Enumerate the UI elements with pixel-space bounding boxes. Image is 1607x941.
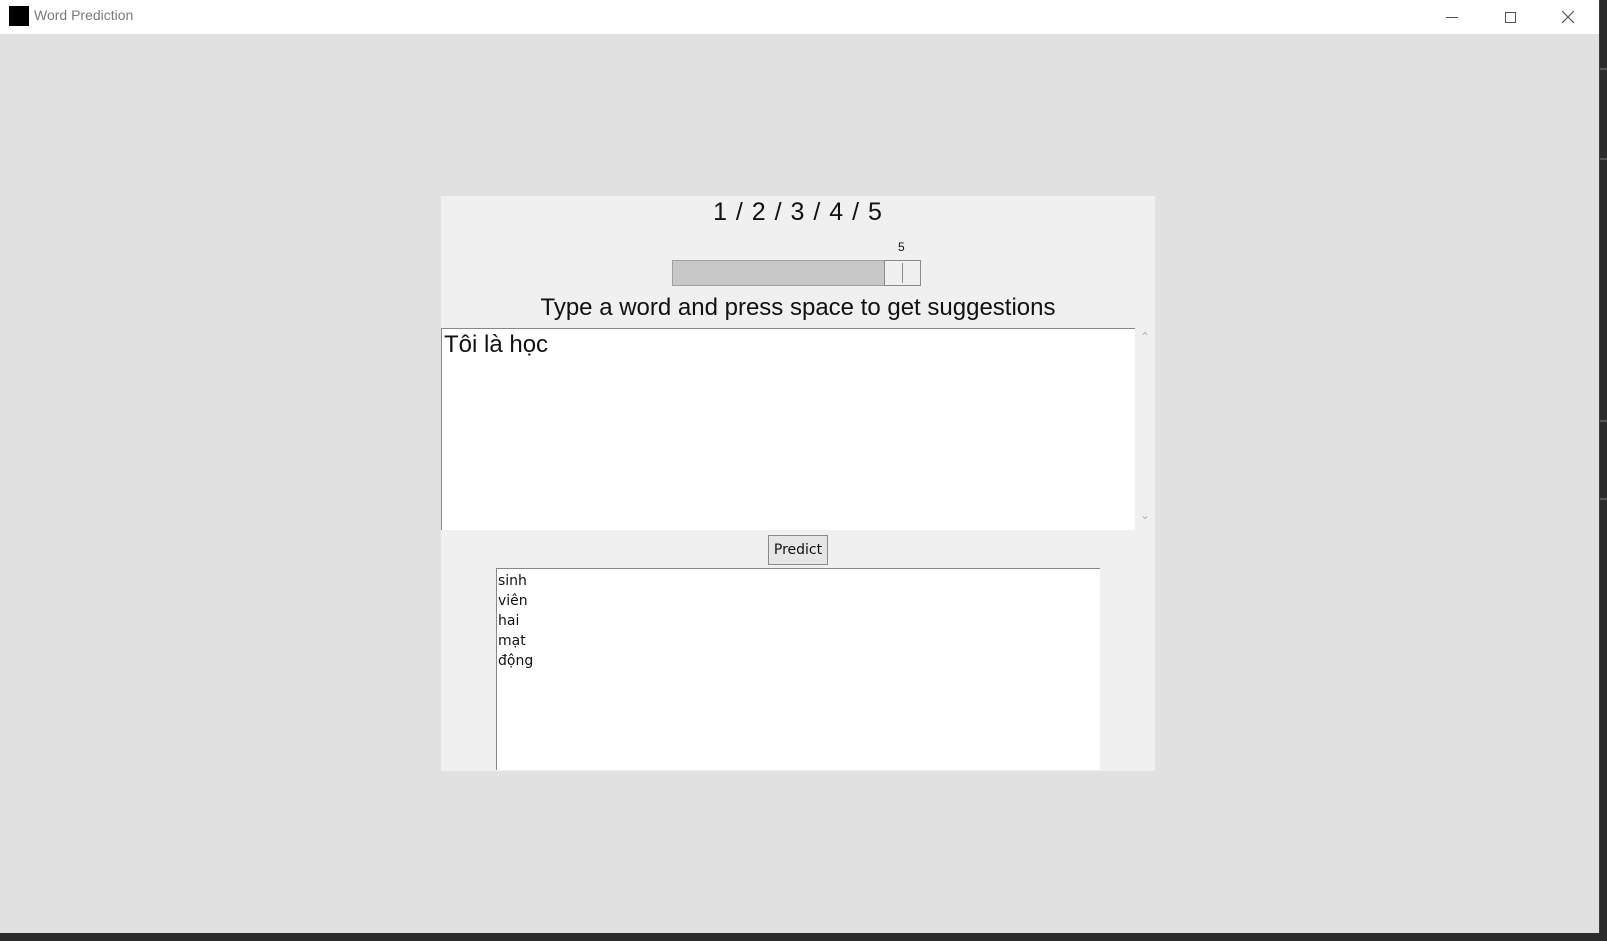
background-edge (1600, 0, 1607, 941)
ngram-choices-label: 1 / 2 / 3 / 4 / 5 (713, 198, 883, 226)
scale-value-label: 5 (898, 240, 905, 254)
text-scrollbar[interactable]: ⌃ ⌄ (1135, 328, 1155, 530)
edge-mark (1600, 420, 1607, 422)
close-icon (1561, 10, 1575, 24)
scroll-down-icon[interactable]: ⌄ (1135, 508, 1155, 522)
edge-mark (1600, 498, 1607, 500)
list-item[interactable]: động (498, 651, 1099, 671)
list-item[interactable]: viên (498, 591, 1099, 611)
edge-mark (1600, 68, 1607, 70)
scroll-up-icon[interactable]: ⌃ (1135, 330, 1155, 344)
list-item[interactable]: sinh (498, 571, 1099, 591)
predict-button[interactable]: Predict (768, 535, 828, 565)
maximize-button[interactable] (1481, 0, 1539, 34)
maximize-icon (1504, 11, 1516, 23)
minimize-icon (1446, 16, 1458, 18)
list-item[interactable]: mạt (498, 631, 1099, 651)
window-title: Word Prediction (34, 7, 134, 23)
app-icon (9, 6, 29, 26)
close-button[interactable] (1539, 0, 1597, 34)
ngram-scale-slider[interactable] (884, 260, 921, 286)
edge-mark (1600, 158, 1607, 160)
main-panel: 1 / 2 / 3 / 4 / 5 5 Type a word and pres… (441, 196, 1155, 771)
title-bar[interactable]: Word Prediction (0, 0, 1599, 34)
slider-notch (902, 263, 903, 283)
text-input[interactable]: Tôi là học (441, 328, 1135, 530)
instruction-label: Type a word and press space to get sugge… (540, 294, 1056, 321)
list-item[interactable]: hai (498, 611, 1099, 631)
app-window: Word Prediction 1 / 2 / 3 / 4 / 5 5 Type… (0, 0, 1600, 933)
suggestions-list[interactable]: sinh viên hai mạt động (496, 568, 1100, 770)
minimize-button[interactable] (1423, 0, 1481, 34)
